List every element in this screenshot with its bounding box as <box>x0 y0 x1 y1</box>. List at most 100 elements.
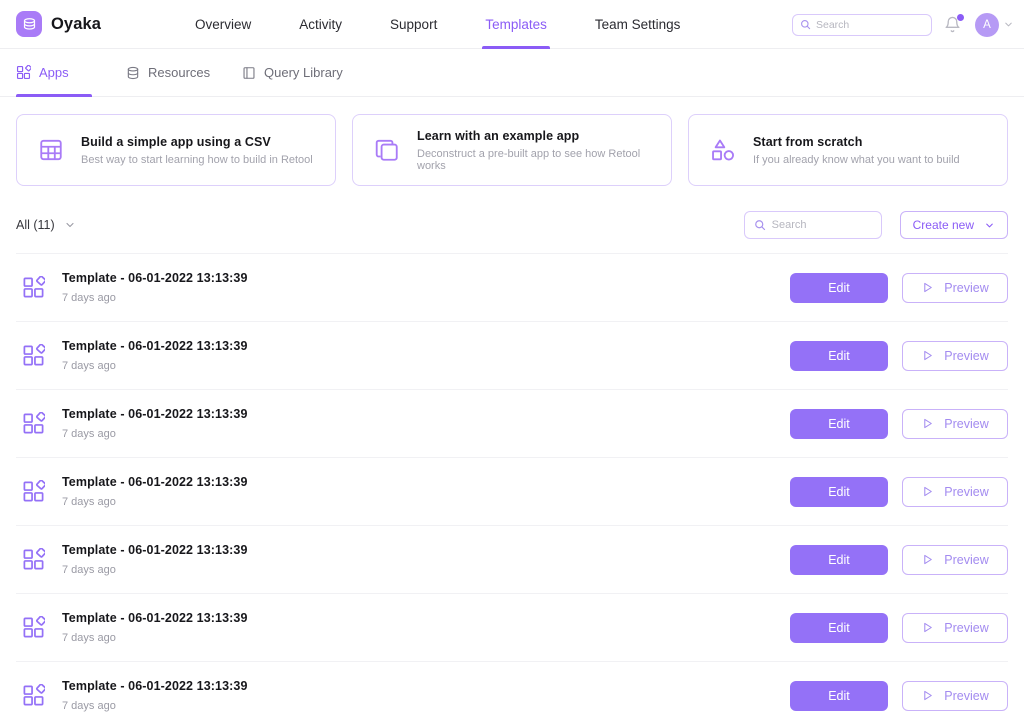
preview-label: Preview <box>944 484 989 499</box>
edit-button[interactable]: Edit <box>790 680 888 711</box>
row-timestamp: 7 days ago <box>62 564 116 576</box>
preview-button[interactable]: Preview <box>902 340 1008 371</box>
filter-dropdown-label: All (11) <box>16 218 55 232</box>
edit-button[interactable]: Edit <box>790 612 888 643</box>
preview-button[interactable]: Preview <box>902 408 1008 439</box>
card-start-scratch-title: Start from scratch <box>753 134 863 149</box>
copy-squares-icon <box>371 137 403 163</box>
table-row[interactable]: Template - 06-01-2022 13:13:39 7 days ag… <box>16 321 1008 389</box>
app-grid-icon <box>20 412 46 435</box>
section-tabs: Apps Resources Query Library <box>0 49 1024 97</box>
nav-link-support[interactable]: Support <box>390 0 437 49</box>
app-grid-icon <box>20 616 46 639</box>
row-actions: Edit Preview <box>790 612 1008 643</box>
card-start-scratch-subtitle: If you already know what you want to bui… <box>753 153 960 166</box>
edit-button[interactable]: Edit <box>790 272 888 303</box>
tab-query-library-label: Query Library <box>264 65 343 80</box>
play-icon <box>921 349 934 362</box>
nav-link-activity[interactable]: Activity <box>299 0 342 49</box>
brand-name: Oyaka <box>51 14 102 33</box>
app-grid-icon <box>20 276 46 299</box>
row-title: Template - 06-01-2022 13:13:39 <box>62 679 248 693</box>
preview-button[interactable]: Preview <box>902 612 1008 643</box>
nav-right-cluster: A <box>792 0 1014 49</box>
chevron-down-icon <box>1003 19 1014 30</box>
play-icon <box>921 417 934 430</box>
row-actions: Edit Preview <box>790 544 1008 575</box>
edit-button[interactable]: Edit <box>790 544 888 575</box>
nav-link-templates[interactable]: Templates <box>482 0 550 49</box>
row-title: Template - 06-01-2022 13:13:39 <box>62 407 248 421</box>
preview-button[interactable]: Preview <box>902 476 1008 507</box>
list-search-box[interactable] <box>743 211 882 239</box>
chevron-down-icon <box>64 219 76 231</box>
row-actions: Edit Preview <box>790 272 1008 303</box>
brand-logo[interactable]: Oyaka <box>0 11 195 37</box>
filter-dropdown[interactable]: All (11) <box>16 218 76 232</box>
preview-label: Preview <box>944 620 989 635</box>
table-row[interactable]: Template - 06-01-2022 13:13:39 7 days ag… <box>16 661 1008 728</box>
table-row[interactable]: Template - 06-01-2022 13:13:39 7 days ag… <box>16 525 1008 593</box>
list-search-input[interactable] <box>771 219 872 231</box>
book-icon <box>242 66 256 80</box>
avatar: A <box>975 12 999 37</box>
user-menu[interactable]: A <box>975 12 1014 37</box>
row-timestamp: 7 days ago <box>62 360 116 372</box>
preview-label: Preview <box>944 416 989 431</box>
tab-query-library[interactable]: Query Library <box>226 49 343 97</box>
chevron-down-icon <box>984 220 995 231</box>
row-text: Template - 06-01-2022 13:13:39 7 days ag… <box>62 611 774 644</box>
table-row[interactable]: Template - 06-01-2022 13:13:39 7 days ag… <box>16 389 1008 457</box>
create-new-label: Create new <box>912 218 974 232</box>
play-icon <box>921 281 934 294</box>
play-icon <box>921 689 934 702</box>
layers-icon <box>16 11 42 37</box>
edit-button[interactable]: Edit <box>790 408 888 439</box>
card-example-app[interactable]: Learn with an example app Deconstruct a … <box>352 114 672 186</box>
table-row[interactable]: Template - 06-01-2022 13:13:39 7 days ag… <box>16 593 1008 661</box>
edit-button[interactable]: Edit <box>790 340 888 371</box>
search-icon <box>754 219 766 231</box>
nav-link-overview[interactable]: Overview <box>195 0 251 49</box>
table-row[interactable]: Template - 06-01-2022 13:13:39 7 days ag… <box>16 253 1008 321</box>
header-search-box[interactable] <box>792 13 932 36</box>
tab-resources[interactable]: Resources <box>92 49 226 97</box>
tab-resources-label: Resources <box>148 65 211 80</box>
card-build-csv[interactable]: Build a simple app using a CSV Best way … <box>16 114 336 186</box>
row-title: Template - 06-01-2022 13:13:39 <box>62 543 248 557</box>
edit-button[interactable]: Edit <box>790 476 888 507</box>
preview-button[interactable]: Preview <box>902 272 1008 303</box>
app-grid-icon <box>20 344 46 367</box>
list-filter-bar: All (11) Create new <box>0 197 1024 253</box>
preview-button[interactable]: Preview <box>902 680 1008 711</box>
row-text: Template - 06-01-2022 13:13:39 7 days ag… <box>62 475 774 508</box>
row-text: Template - 06-01-2022 13:13:39 7 days ag… <box>62 271 774 304</box>
app-grid-icon <box>20 684 46 707</box>
header-search-input[interactable] <box>816 18 924 31</box>
row-timestamp: 7 days ago <box>62 632 116 644</box>
row-text: Template - 06-01-2022 13:13:39 7 days ag… <box>62 339 774 372</box>
preview-button[interactable]: Preview <box>902 544 1008 575</box>
app-grid-icon <box>20 480 46 503</box>
nav-link-team-settings[interactable]: Team Settings <box>595 0 681 49</box>
top-navigation-bar: Oyaka Overview Activity Support Template… <box>0 0 1024 49</box>
create-new-button[interactable]: Create new <box>899 211 1008 239</box>
notifications-button[interactable] <box>944 14 964 35</box>
table-row[interactable]: Template - 06-01-2022 13:13:39 7 days ag… <box>16 457 1008 525</box>
row-timestamp: 7 days ago <box>62 496 116 508</box>
row-timestamp: 7 days ago <box>62 292 116 304</box>
row-timestamp: 7 days ago <box>62 428 116 440</box>
row-actions: Edit Preview <box>790 408 1008 439</box>
tab-apps[interactable]: Apps <box>16 49 92 97</box>
app-grid-icon <box>20 548 46 571</box>
card-example-app-title: Learn with an example app <box>417 128 580 143</box>
shapes-icon <box>707 137 739 163</box>
row-title: Template - 06-01-2022 13:13:39 <box>62 271 248 285</box>
row-actions: Edit Preview <box>790 340 1008 371</box>
card-start-scratch[interactable]: Start from scratch If you already know w… <box>688 114 1008 186</box>
apps-grid-icon <box>16 65 31 80</box>
row-title: Template - 06-01-2022 13:13:39 <box>62 339 248 353</box>
table-icon <box>35 137 67 163</box>
preview-label: Preview <box>944 280 989 295</box>
row-actions: Edit Preview <box>790 476 1008 507</box>
